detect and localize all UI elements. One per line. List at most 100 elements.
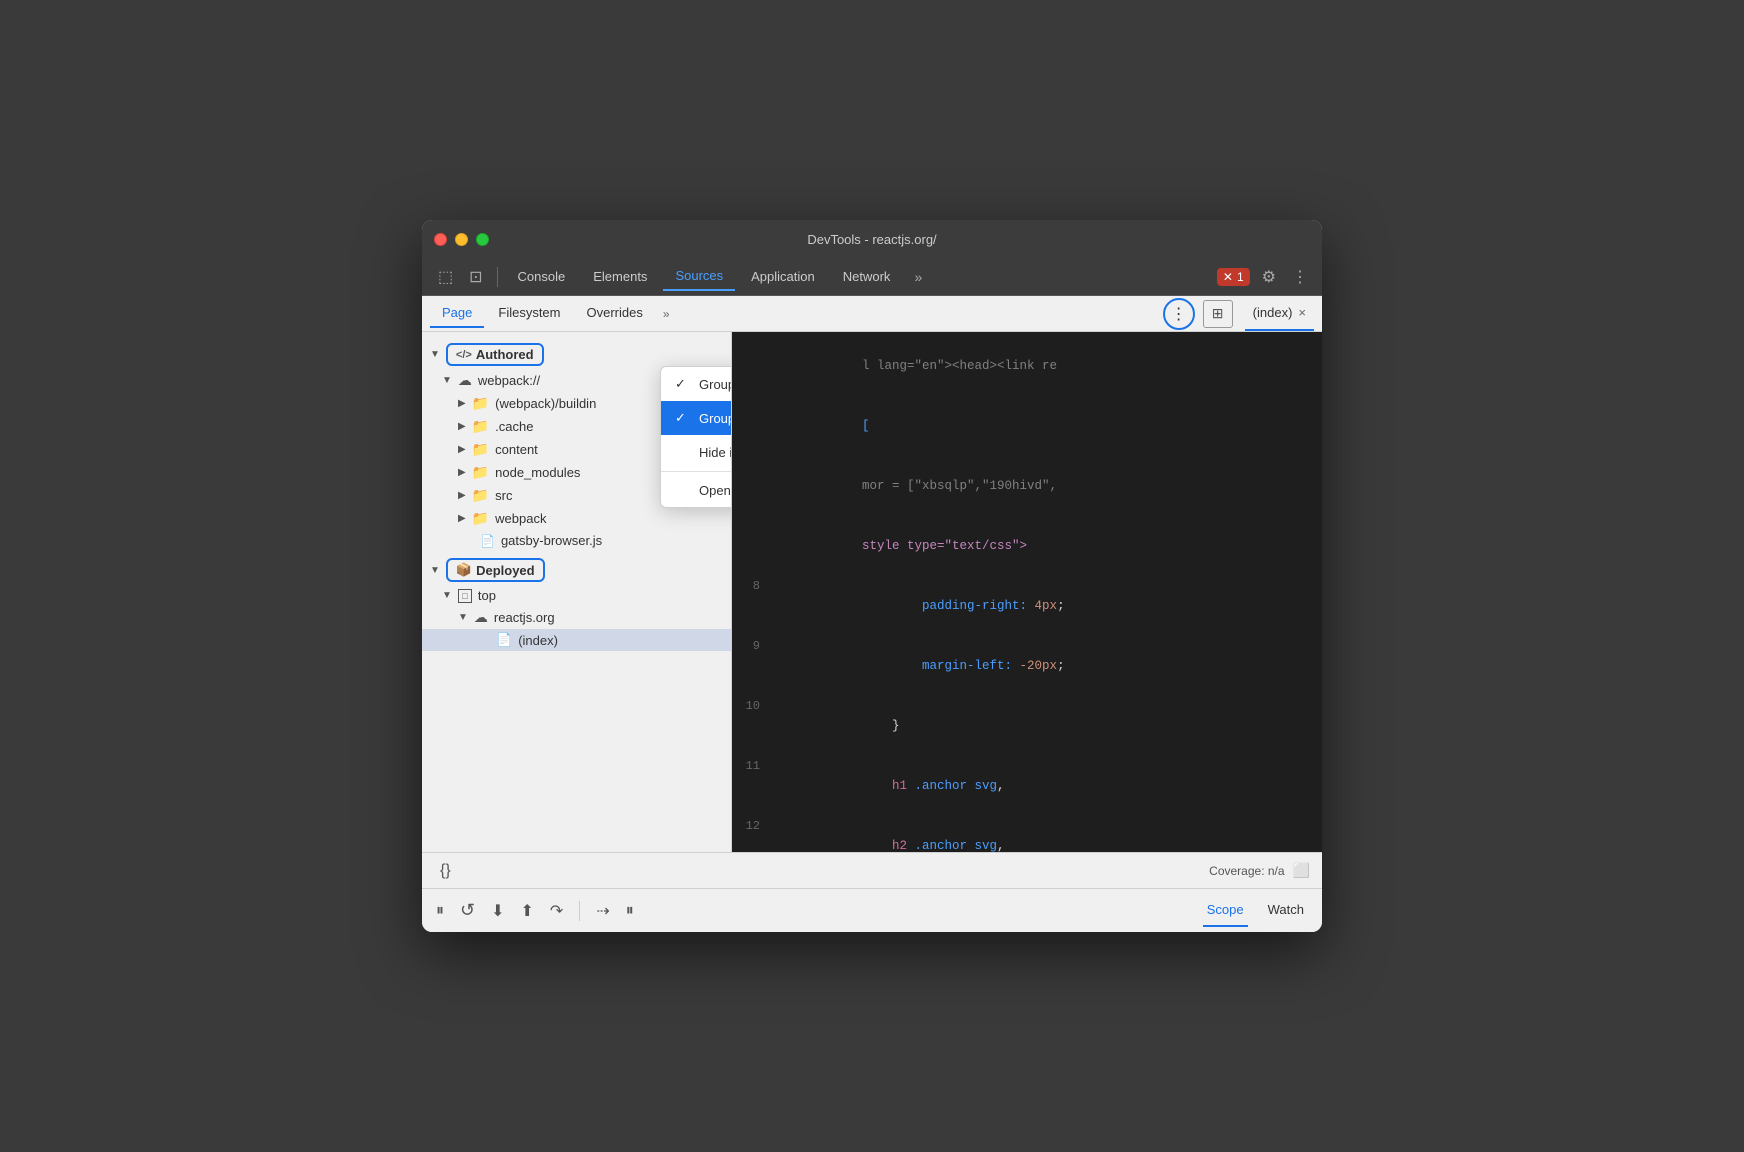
traffic-lights	[434, 233, 489, 246]
code-line-html1: l lang="en"><head><link re	[732, 336, 1322, 396]
folder-icon: 📁	[472, 418, 489, 435]
class-sel: .anchor svg	[907, 839, 997, 852]
code-content: l lang="en"><head><link re	[772, 336, 1057, 396]
authored-section[interactable]: ▼ </> Authored	[422, 340, 731, 369]
window-title: DevTools - reactjs.org/	[807, 232, 936, 247]
code-line-html4: style type="text/css">	[732, 516, 1322, 576]
menu-divider	[661, 471, 732, 472]
deployed-icon: 📦	[456, 562, 472, 578]
menu-hide-ignored[interactable]: Hide ignore-listed sources 🔔	[661, 435, 732, 469]
maximize-button[interactable]	[476, 233, 489, 246]
code-line-11: 11 h1 .anchor svg,	[732, 756, 1322, 816]
reactjs-org[interactable]: ▼ ☁ reactjs.org	[422, 606, 731, 629]
tab-scope[interactable]: Scope	[1203, 894, 1248, 927]
class-sel: .anchor svg	[907, 779, 997, 793]
settings-icon[interactable]: ⚙	[1258, 263, 1280, 291]
top-item[interactable]: ▼ □ top	[422, 585, 731, 606]
code-line-html2: [	[732, 396, 1322, 456]
tab-network[interactable]: Network	[831, 263, 903, 290]
close-button[interactable]	[434, 233, 447, 246]
top-icon: □	[458, 589, 472, 603]
deployed-box: 📦 Deployed	[446, 558, 545, 582]
line-num: 11	[732, 757, 772, 776]
check-icon: ✓	[675, 376, 691, 392]
deployed-chevron: ▼	[430, 565, 440, 576]
open-file-tab[interactable]: (index) ×	[1245, 297, 1314, 331]
panel-icon[interactable]: ⊡	[463, 263, 488, 291]
coverage-icon[interactable]: ⬜	[1293, 862, 1310, 879]
scope-watch-tabs: Scope Watch	[1203, 894, 1308, 927]
more-tabs-icon[interactable]: »	[906, 265, 930, 289]
selector: h1	[862, 779, 907, 793]
cloud-icon: ☁	[458, 372, 472, 389]
val: -20px	[1020, 659, 1058, 673]
code-content: h2 .anchor svg,	[772, 816, 1005, 852]
index-label: (index)	[518, 633, 558, 648]
folder-chevron: ▶	[458, 421, 466, 432]
more-options-icon[interactable]: ⋮	[1288, 263, 1312, 291]
tab-elements[interactable]: Elements	[581, 263, 659, 290]
format-code-button[interactable]: {}	[434, 860, 457, 882]
menu-open-file[interactable]: Open file ⌘ P	[661, 474, 732, 507]
deployed-section[interactable]: ▼ 📦 Deployed	[422, 555, 731, 585]
menu-group-by-folder[interactable]: ✓ Group by folder	[661, 367, 732, 401]
tab-page[interactable]: Page	[430, 299, 484, 328]
tab-application[interactable]: Application	[739, 263, 827, 290]
prop: margin-left:	[862, 659, 1020, 673]
sidebar-toggle-icon[interactable]: ⊞	[1203, 300, 1233, 328]
main-area: ▼ </> Authored ▼ ☁ webpack:// ▶ 📁 (we	[422, 332, 1322, 852]
code-content: h1 .anchor svg,	[772, 756, 1005, 816]
tab-console[interactable]: Console	[506, 263, 578, 290]
folder-chevron: ▶	[458, 467, 466, 478]
file-tab-close[interactable]: ×	[1298, 305, 1306, 320]
step-over-icon[interactable]: ⬇	[491, 901, 504, 921]
step-into-icon[interactable]: ⬆	[521, 901, 534, 921]
tab-filesystem[interactable]: Filesystem	[486, 299, 572, 328]
folder-webpack[interactable]: ▶ 📁 webpack	[422, 507, 731, 530]
resume-icon[interactable]: ↺	[460, 900, 475, 921]
error-badge: ✕ 1	[1217, 268, 1250, 286]
tab-watch[interactable]: Watch	[1264, 894, 1308, 927]
debug-bar: ⏸ ↺ ⬇ ⬆ ↷ ⇢ ⏸ Scope Watch	[422, 888, 1322, 932]
menu-group-by-authored[interactable]: ✓ Group by Authored/Deployed 🔔	[661, 401, 732, 435]
context-dropdown-menu[interactable]: ✓ Group by folder ✓ Group by Authored/De…	[660, 366, 732, 508]
folder-name: .cache	[495, 419, 533, 434]
cloud-icon: ☁	[474, 609, 488, 626]
divider	[497, 267, 498, 287]
deactivate-icon[interactable]: ⇢	[596, 901, 609, 921]
pause-icon[interactable]: ⏸	[436, 902, 444, 920]
folder-name: src	[495, 488, 512, 503]
debug-divider	[579, 901, 580, 921]
tab-sources[interactable]: Sources	[663, 262, 735, 291]
pause-exceptions-icon[interactable]: ⏸	[626, 902, 634, 920]
folder-name: (webpack)/buildin	[495, 396, 596, 411]
step-out-icon[interactable]: ↷	[550, 901, 563, 921]
code-line-html3: mor = ["xbsqlp","190hivd",	[732, 456, 1322, 516]
more-secondary-tabs[interactable]: »	[657, 303, 676, 325]
reactjs-label: reactjs.org	[494, 610, 555, 625]
authored-icon: </>	[456, 349, 472, 361]
folder-chevron: ▶	[458, 490, 466, 501]
error-x-icon: ✕	[1223, 270, 1233, 284]
semi: ;	[1057, 659, 1065, 673]
cursor-icon[interactable]: ⬚	[432, 263, 459, 291]
folder-chevron: ▶	[458, 444, 466, 455]
context-menu-button[interactable]: ⋮	[1163, 298, 1195, 330]
code-content: [	[772, 396, 870, 456]
minimize-button[interactable]	[455, 233, 468, 246]
folder-icon: 📁	[472, 395, 489, 412]
secondary-tab-right: ⋮ ⊞ (index) ×	[1159, 297, 1314, 331]
top-chevron: ▼	[442, 590, 452, 601]
index-file[interactable]: 📄 (index)	[422, 629, 731, 651]
line-num: 9	[732, 637, 772, 656]
file-name: gatsby-browser.js	[501, 533, 602, 548]
file-gatsby-browser[interactable]: 📄 gatsby-browser.js	[422, 530, 731, 551]
top-label: top	[478, 588, 496, 603]
coverage-label: Coverage: n/a	[1209, 864, 1284, 878]
tab-overrides[interactable]: Overrides	[575, 299, 655, 328]
folder-icon: 📁	[472, 441, 489, 458]
folder-name: node_modules	[495, 465, 580, 480]
right-panel: l lang="en"><head><link re [ mor = ["xbs…	[732, 332, 1322, 852]
top-tab-bar: ⬚ ⊡ Console Elements Sources Application…	[422, 258, 1322, 296]
style-text: style type="text/css">	[862, 539, 1027, 553]
